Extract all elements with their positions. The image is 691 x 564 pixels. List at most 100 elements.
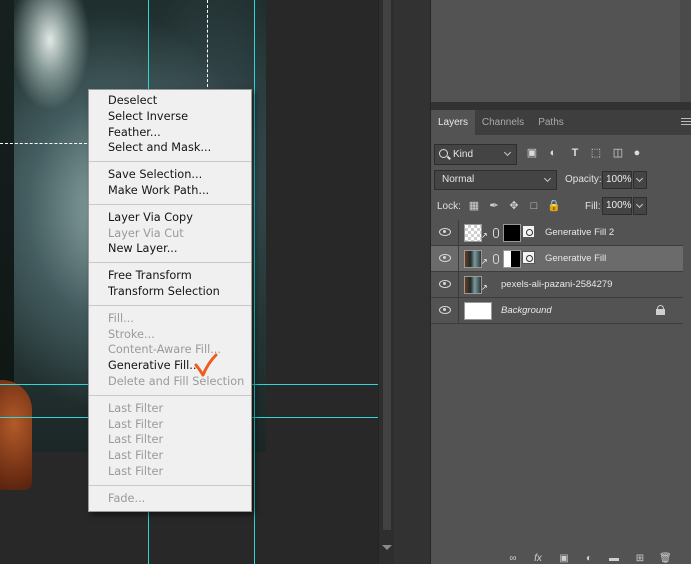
menu-item-last-filter[interactable]: Last Filter bbox=[89, 448, 251, 464]
filter-kind-select[interactable]: Kind bbox=[434, 144, 517, 165]
menu-item-select-and-mask[interactable]: Select and Mask... bbox=[89, 140, 251, 156]
visibility-eye-icon[interactable] bbox=[439, 228, 451, 236]
lock-artboard-icon[interactable]: □ bbox=[527, 199, 541, 213]
menu-item-generative-fill[interactable]: Generative Fill... bbox=[89, 358, 251, 374]
opacity-label: Opacity: bbox=[565, 174, 602, 185]
layers-list: ↗ Generative Fill 2 ↗ Generative Fill ↗ pexel… bbox=[431, 220, 683, 324]
visibility-eye-icon[interactable] bbox=[439, 306, 451, 314]
layer-thumbnail[interactable] bbox=[464, 250, 482, 268]
dock-collapsed-column bbox=[394, 0, 431, 564]
menu-item-new-layer[interactable]: New Layer... bbox=[89, 241, 251, 257]
scroll-down-arrow-icon[interactable] bbox=[382, 545, 392, 550]
layer-locked-padlock-icon[interactable] bbox=[656, 305, 665, 315]
filter-toggle-icon[interactable]: ● bbox=[630, 146, 644, 160]
layer-name[interactable]: Generative Fill 2 bbox=[545, 220, 614, 246]
filter-adjustment-icon[interactable]: ◐ bbox=[546, 146, 560, 160]
visibility-divider bbox=[458, 298, 459, 324]
lock-all-icon[interactable]: 🔒 bbox=[547, 199, 561, 213]
fill-input[interactable]: 100% bbox=[602, 197, 632, 215]
opacity-input[interactable]: 100% bbox=[602, 171, 632, 189]
menu-item-last-filter[interactable]: Last Filter bbox=[89, 401, 251, 417]
layer-row[interactable]: Background bbox=[431, 298, 683, 324]
upper-panel-scroll-edge bbox=[680, 0, 691, 108]
layers-panel: Layers Channels Paths Kind ▣ ◐ T ⬚ ◫ ● N… bbox=[431, 110, 691, 564]
layer-row[interactable]: ↗ Generative Fill 2 bbox=[431, 220, 683, 246]
layer-mask-thumbnail[interactable] bbox=[503, 250, 521, 268]
filter-smart-object-icon[interactable]: ◫ bbox=[611, 146, 625, 160]
add-mask-icon[interactable]: ▣ bbox=[558, 553, 570, 564]
menu-item-fade[interactable]: Fade... bbox=[89, 491, 251, 507]
layer-name[interactable]: Generative Fill bbox=[545, 246, 606, 272]
lock-position-icon[interactable]: ✥ bbox=[507, 199, 521, 213]
menu-separator bbox=[89, 304, 251, 306]
tab-layers[interactable]: Layers bbox=[431, 110, 475, 135]
menu-item-deselect[interactable]: Deselect bbox=[89, 93, 251, 109]
layer-thumbnail[interactable] bbox=[464, 224, 482, 242]
menu-item-last-filter[interactable]: Last Filter bbox=[89, 432, 251, 448]
blend-mode-value: Normal bbox=[442, 174, 475, 185]
menu-item-delete-and-fill-selection[interactable]: Delete and Fill Selection bbox=[89, 374, 251, 390]
new-group-folder-icon[interactable]: ▬ bbox=[608, 553, 620, 564]
tab-channels[interactable]: Channels bbox=[477, 110, 529, 135]
menu-item-layer-via-cut[interactable]: Layer Via Cut bbox=[89, 226, 251, 242]
tab-paths[interactable]: Paths bbox=[531, 110, 571, 135]
upper-panel bbox=[431, 0, 691, 108]
guide-vertical-2[interactable] bbox=[254, 0, 255, 564]
menu-separator bbox=[89, 394, 251, 396]
new-layer-icon[interactable]: ⊞ bbox=[634, 553, 646, 564]
layer-mask-thumbnail[interactable] bbox=[503, 224, 521, 242]
lock-transparent-pixels-icon[interactable]: ▦ bbox=[467, 199, 481, 213]
link-layers-icon[interactable]: ∞ bbox=[507, 553, 519, 564]
layer-row[interactable]: ↗ pexels-ali-pazani-2584279 bbox=[431, 272, 683, 298]
search-icon bbox=[439, 149, 448, 158]
menu-item-last-filter[interactable]: Last Filter bbox=[89, 464, 251, 480]
menu-item-content-aware-fill[interactable]: Content-Aware Fill... bbox=[89, 342, 251, 358]
menu-item-save-selection[interactable]: Save Selection... bbox=[89, 167, 251, 183]
filter-type-icon[interactable]: T bbox=[568, 146, 582, 160]
menu-item-select-inverse[interactable]: Select Inverse bbox=[89, 109, 251, 125]
filter-kind-label: Kind bbox=[453, 149, 474, 160]
generative-layer-icon bbox=[522, 225, 535, 238]
visibility-divider bbox=[458, 220, 459, 246]
menu-item-layer-via-copy[interactable]: Layer Via Copy bbox=[89, 210, 251, 226]
new-adjustment-icon[interactable]: ◐ bbox=[583, 553, 595, 564]
selection-marquee-top-edge bbox=[0, 143, 92, 144]
menu-item-fill[interactable]: Fill... bbox=[89, 311, 251, 327]
mask-link-icon[interactable] bbox=[493, 254, 499, 264]
menu-item-make-work-path[interactable]: Make Work Path... bbox=[89, 183, 251, 199]
visibility-eye-icon[interactable] bbox=[439, 254, 451, 262]
panel-separator bbox=[431, 102, 691, 110]
menu-separator bbox=[89, 262, 251, 264]
layer-row[interactable]: ↗ Generative Fill bbox=[431, 246, 683, 272]
layer-style-fx-icon[interactable]: fx bbox=[532, 553, 544, 564]
opacity-dropdown-button[interactable] bbox=[633, 171, 647, 189]
menu-separator bbox=[89, 161, 251, 163]
mask-link-icon[interactable] bbox=[493, 228, 499, 238]
layer-thumbnail[interactable] bbox=[464, 276, 482, 294]
canvas-vertical-scrollbar[interactable] bbox=[378, 0, 394, 564]
layers-bottom-toolbar: ∞ fx ▣ ◐ ▬ ⊞ 🗑 bbox=[431, 550, 691, 564]
fill-dropdown-button[interactable] bbox=[633, 197, 647, 215]
menu-item-free-transform[interactable]: Free Transform bbox=[89, 268, 251, 284]
menu-item-transform-selection[interactable]: Transform Selection bbox=[89, 284, 251, 300]
filter-pixel-icon[interactable]: ▣ bbox=[525, 146, 539, 160]
filter-shape-icon[interactable]: ⬚ bbox=[589, 146, 603, 160]
lock-image-pixels-icon[interactable]: ✒ bbox=[487, 199, 501, 213]
panel-menu-icon[interactable] bbox=[681, 118, 691, 127]
menu-separator bbox=[89, 484, 251, 486]
selection-marquee-right-edge bbox=[207, 0, 208, 92]
menu-item-stroke[interactable]: Stroke... bbox=[89, 327, 251, 343]
visibility-eye-icon[interactable] bbox=[439, 280, 451, 288]
layer-name[interactable]: pexels-ali-pazani-2584279 bbox=[501, 272, 612, 298]
menu-item-feather[interactable]: Feather... bbox=[89, 125, 251, 141]
layer-thumbnail[interactable] bbox=[464, 302, 492, 320]
scrollbar-thumb[interactable] bbox=[383, 0, 391, 530]
layer-name[interactable]: Background bbox=[501, 298, 552, 324]
menu-separator bbox=[89, 203, 251, 205]
blend-mode-select[interactable]: Normal bbox=[434, 170, 557, 190]
menu-item-last-filter[interactable]: Last Filter bbox=[89, 417, 251, 433]
panel-tab-bar: Layers Channels Paths bbox=[431, 110, 691, 135]
chevron-down-icon bbox=[543, 174, 552, 183]
blend-opacity-row: Normal Opacity: 100% bbox=[434, 170, 688, 192]
delete-layer-trash-icon[interactable]: 🗑 bbox=[659, 553, 672, 564]
